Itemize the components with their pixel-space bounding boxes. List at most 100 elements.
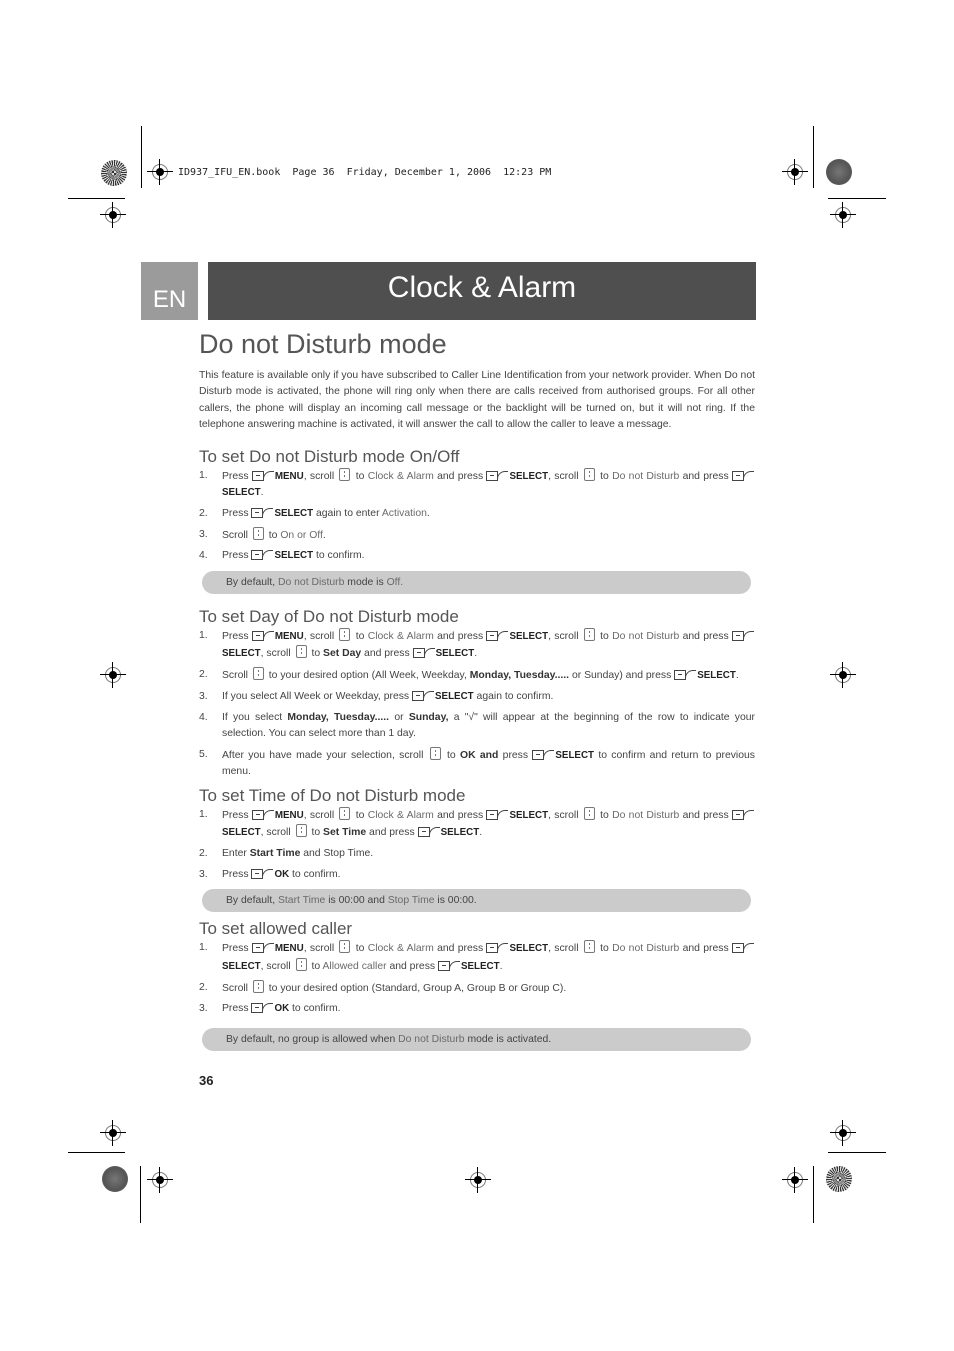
- scroll-key-icon: [339, 627, 351, 641]
- step-number: 2.: [199, 507, 208, 519]
- softkey-button-icon: [412, 690, 434, 701]
- softkey-button-icon: [532, 749, 555, 760]
- scroll-key-icon: [339, 467, 351, 481]
- step-item: 2. Scroll to your desired option (All Wee…: [199, 667, 755, 684]
- crop-mark: [828, 198, 886, 199]
- default-note: By default, Start Time is 00:00 and Stop…: [202, 889, 751, 913]
- step-text: If you select All Week or Weekday, press…: [222, 690, 554, 702]
- step-item: 2. Enter Start Time and Stop Time.: [199, 846, 755, 862]
- key-label: SELECT: [460, 960, 500, 972]
- instruction-section: To set Do not Disturb mode On/Off 1. Press…: [199, 446, 755, 594]
- color-calibration-mark: [102, 1166, 128, 1192]
- scroll-key-icon: [295, 957, 307, 971]
- key-label: MENU: [274, 630, 304, 642]
- step-number: 3.: [199, 528, 208, 540]
- step-item: 4. If you select Monday, Tuesday..... or …: [199, 710, 755, 743]
- step-text: Press OK to confirm.: [222, 1003, 341, 1015]
- crop-mark: [141, 126, 142, 188]
- step-item: 3. Scroll to On or Off.: [199, 526, 755, 544]
- softkey-button-icon: [731, 810, 754, 821]
- step-number: 1.: [199, 629, 208, 641]
- registration-mark-icon: [830, 662, 856, 688]
- step-number: 2.: [199, 981, 208, 993]
- print-header: ID937_IFU_EN.book Page 36 Friday, Decemb…: [178, 167, 552, 178]
- step-item: 4. Press SELECT to confirm.: [199, 548, 755, 564]
- softkey-button-icon: [486, 943, 509, 954]
- step-item: 1. Press MENU, scroll to Clock & Alarm an…: [199, 807, 755, 842]
- scroll-key-icon: [429, 746, 441, 760]
- step-text: Press MENU, scroll to Clock & Alarm and …: [222, 940, 755, 972]
- instruction-section: To set Day of Do not Disturb mode 1. Press…: [199, 606, 755, 781]
- key-label: SELECT: [222, 648, 261, 660]
- registration-mark-icon: [100, 202, 126, 228]
- color-calibration-mark: [101, 160, 127, 186]
- registration-mark-icon: [147, 159, 173, 185]
- step-item: 3. If you select All Week or Weekday, pre…: [199, 689, 755, 705]
- key-label: SELECT: [274, 550, 314, 562]
- step-number: 4.: [199, 550, 208, 562]
- key-label: SELECT: [509, 810, 549, 822]
- instruction-sections: To set Do not Disturb mode On/Off 1. Press…: [199, 446, 755, 1051]
- crop-mark: [140, 1166, 141, 1223]
- step-list: 1. Press MENU, scroll to Clock & Alarm an…: [199, 940, 755, 1017]
- registration-mark-icon: [830, 1120, 856, 1146]
- step-list: 1. Press MENU, scroll to Clock & Alarm an…: [199, 467, 755, 565]
- step-item: 5. After you have made your selection, sc…: [199, 746, 755, 781]
- step-text: Press SELECT to confirm.: [222, 550, 365, 562]
- key-label: SELECT: [440, 827, 480, 839]
- chapter-title: Clock & Alarm: [208, 262, 756, 320]
- page-number: 36: [199, 1073, 214, 1088]
- scroll-key-icon: [583, 467, 595, 481]
- registration-mark-icon: [100, 1120, 126, 1146]
- color-calibration-mark: [826, 159, 852, 185]
- key-label: OK: [274, 1003, 290, 1015]
- key-label: SELECT: [222, 960, 261, 972]
- intro-paragraph: This feature is available only if you ha…: [199, 370, 755, 431]
- key-label: MENU: [274, 810, 304, 822]
- instruction-section: To set allowed caller 1. Press MENU, scrol…: [199, 918, 755, 1051]
- step-text: After you have made your selection, scro…: [222, 746, 755, 777]
- key-label: SELECT: [222, 827, 261, 839]
- key-label: OK: [274, 869, 290, 881]
- softkey-button-icon: [251, 630, 274, 641]
- default-note: By default, Do not Disturb mode is Off.: [202, 570, 751, 594]
- key-label: MENU: [274, 943, 304, 955]
- softkey-button-icon: [731, 630, 754, 641]
- registration-mark-icon: [100, 662, 126, 688]
- scroll-key-icon: [295, 645, 307, 659]
- step-item: 2. Scroll to your desired option (Standar…: [199, 979, 755, 997]
- key-label: SELECT: [274, 507, 314, 519]
- softkey-button-icon: [251, 550, 274, 561]
- scroll-key-icon: [252, 667, 264, 681]
- scroll-key-icon: [295, 824, 307, 838]
- step-number: 2.: [199, 669, 208, 681]
- key-label: SELECT: [509, 630, 549, 642]
- softkey-button-icon: [251, 470, 274, 481]
- step-number: 3.: [199, 1003, 208, 1015]
- step-text: If you select Monday, Tuesday..... or Su…: [222, 711, 755, 740]
- step-text: Enter Start Time and Stop Time.: [222, 848, 374, 860]
- key-label: SELECT: [435, 648, 475, 660]
- registration-mark-icon: [782, 1167, 808, 1193]
- softkey-button-icon: [251, 869, 274, 880]
- softkey-button-icon: [731, 470, 754, 481]
- crop-mark: [813, 126, 814, 188]
- step-text: Press MENU, scroll to Clock & Alarm and …: [222, 467, 755, 498]
- registration-mark-icon: [465, 1167, 491, 1193]
- step-number: 3.: [199, 690, 208, 702]
- step-list: 1. Press MENU, scroll to Clock & Alarm an…: [199, 627, 755, 781]
- step-text: Press OK to confirm.: [222, 869, 341, 881]
- page-content: Do not Disturb mode This feature is avai…: [199, 326, 755, 1051]
- step-text: Scroll to your desired option (Standard,…: [222, 979, 566, 994]
- scroll-key-icon: [583, 940, 595, 954]
- softkey-button-icon: [437, 960, 460, 971]
- scroll-key-icon: [583, 807, 595, 821]
- softkey-button-icon: [251, 810, 274, 821]
- key-label: SELECT: [435, 690, 474, 702]
- step-item: 1. Press MENU, scroll to Clock & Alarm an…: [199, 627, 755, 663]
- color-calibration-mark: [826, 1166, 852, 1192]
- step-text: Press MENU, scroll to Clock & Alarm and …: [222, 807, 755, 839]
- step-item: 1. Press MENU, scroll to Clock & Alarm an…: [199, 940, 755, 975]
- key-label: MENU: [274, 470, 304, 482]
- default-note: By default, no group is allowed when Do …: [202, 1027, 751, 1051]
